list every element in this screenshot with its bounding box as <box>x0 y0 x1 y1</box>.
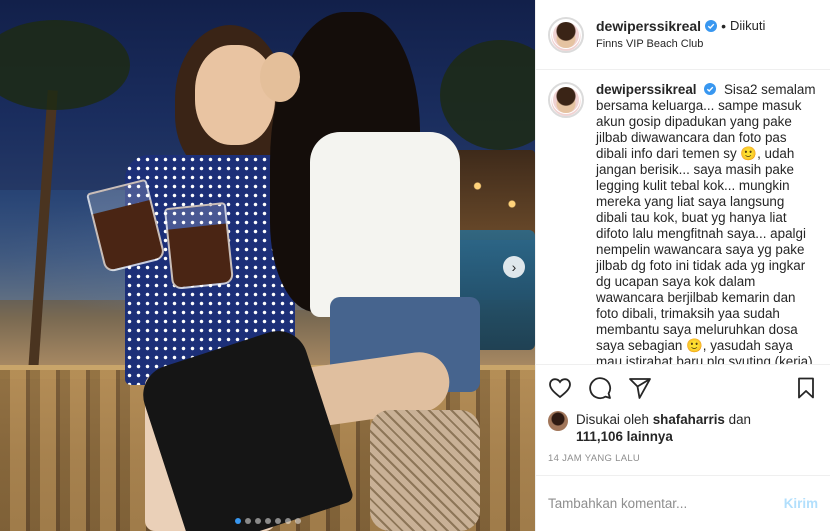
like-button[interactable] <box>548 368 588 408</box>
caption-body: dewiperssikreal Sisa2 semalam bersama ke… <box>596 82 818 365</box>
instagram-post: › dewiperssikreal • Diikuti Finns VIP Be… <box>0 0 830 531</box>
chevron-right-icon[interactable]: › <box>503 256 525 278</box>
post-photo[interactable]: › <box>0 0 535 531</box>
caption-username[interactable]: dewiperssikreal <box>596 82 697 97</box>
comment-input[interactable] <box>548 496 784 511</box>
caption-avatar[interactable] <box>548 82 584 118</box>
carousel-dot <box>264 518 271 524</box>
action-bar <box>536 365 830 411</box>
post-sidebar: dewiperssikreal • Diikuti Finns VIP Beac… <box>535 0 830 531</box>
save-button[interactable] <box>778 368 818 408</box>
carousel-dot <box>254 518 261 524</box>
likes-prefix: Disukai oleh <box>576 412 649 427</box>
verified-badge-icon <box>705 19 718 32</box>
post-timestamp[interactable]: 14 JAM YANG LALU <box>536 445 830 475</box>
caption: dewiperssikreal Sisa2 semalam bersama ke… <box>548 82 818 365</box>
verified-badge-icon <box>704 83 717 95</box>
carousel-dot <box>274 518 281 524</box>
share-button[interactable] <box>628 368 668 408</box>
following-button[interactable]: Diikuti <box>730 18 765 34</box>
carousel-indicator <box>0 518 535 524</box>
header-separator: • <box>721 17 726 34</box>
header-username[interactable]: dewiperssikreal <box>596 18 701 34</box>
bookmark-icon <box>798 377 814 399</box>
caption-scroll-area[interactable]: dewiperssikreal Sisa2 semalam bersama ke… <box>536 70 830 365</box>
comment-icon <box>589 377 612 400</box>
location-link[interactable]: Finns VIP Beach Club <box>596 36 765 52</box>
carousel-dot <box>284 518 291 524</box>
heart-icon <box>549 378 571 399</box>
likes-count[interactable]: 111,106 <box>576 429 623 444</box>
likes-summary: Disukai oleh shafaharris dan 111,106 lai… <box>536 411 830 445</box>
post-header: dewiperssikreal • Diikuti Finns VIP Beac… <box>536 0 830 70</box>
carousel-dot <box>294 518 301 524</box>
photo-glass-right <box>163 201 235 291</box>
comment-button[interactable] <box>588 368 628 408</box>
carousel-dot <box>234 518 241 524</box>
likes-middle: dan <box>728 412 751 427</box>
carousel-dot <box>244 518 251 524</box>
share-icon <box>629 378 651 399</box>
liker-username[interactable]: shafaharris <box>653 412 725 427</box>
photo-patterned-boot <box>370 410 480 531</box>
comment-form: Kirim <box>536 475 830 531</box>
post-comment-button[interactable]: Kirim <box>784 496 818 511</box>
likes-suffix[interactable]: lainnya <box>627 429 673 444</box>
avatar[interactable] <box>548 16 584 53</box>
liker-avatar[interactable] <box>548 411 568 431</box>
caption-text: Sisa2 semalam bersama keluarga... sampe … <box>596 82 816 365</box>
